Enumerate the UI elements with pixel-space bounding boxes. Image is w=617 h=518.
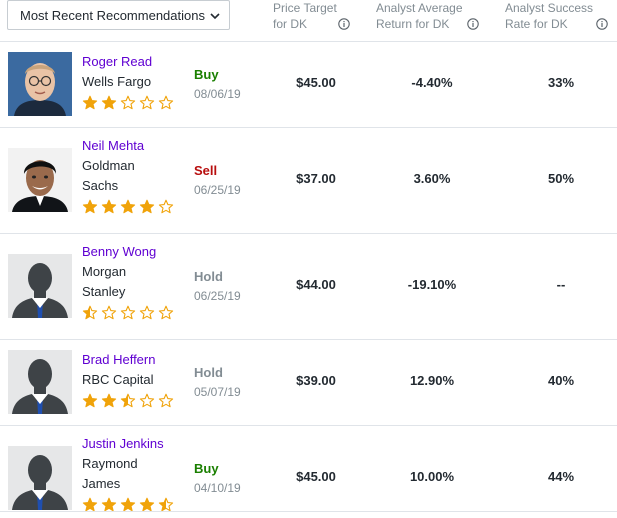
info-icon[interactable]	[467, 18, 480, 30]
analyst-firm: James	[82, 476, 121, 491]
analyst-avatar	[8, 148, 72, 212]
analyst-firm: Stanley	[82, 284, 126, 299]
star-empty-icon	[120, 305, 136, 321]
star-filled-icon	[139, 199, 155, 215]
avg-return-value: -19.10%	[407, 277, 457, 292]
analyst-firm: Sachs	[82, 178, 119, 193]
recommendations-filter-dropdown[interactable]: Most Recent Recommendations	[7, 0, 230, 30]
analyst-row: Benny Wong Morgan Stanley Hold 06/25/19 $44.0…	[0, 234, 617, 340]
star-filled-icon	[120, 199, 136, 215]
recommendation-rating: Sell	[194, 163, 218, 178]
recommendation-date: 05/07/19	[194, 385, 241, 399]
star-rating	[82, 393, 174, 409]
column-header-success-rate: Analyst Success Rate for DK	[505, 0, 608, 32]
recommendation-date: 04/10/19	[194, 481, 241, 495]
column-header-avg-return-line2: Return for DK	[376, 17, 450, 31]
success-rate-value: --	[556, 277, 566, 292]
star-rating	[82, 305, 174, 321]
star-empty-icon	[158, 393, 174, 409]
chevron-down-icon	[210, 13, 220, 20]
column-header-price-target-line1: Price Target	[273, 1, 337, 15]
star-empty-icon	[158, 95, 174, 111]
analyst-avatar	[8, 350, 72, 414]
star-empty-icon	[158, 305, 174, 321]
recommendation-rating: Hold	[194, 269, 223, 284]
analyst-name-link[interactable]: Justin Jenkins	[82, 434, 164, 454]
success-rate-value: 44%	[547, 469, 575, 484]
column-header-avg-return: Analyst Average Return for DK	[376, 0, 480, 32]
analyst-avatar	[8, 254, 72, 318]
analyst-avatar	[8, 52, 72, 116]
analyst-name-link[interactable]: Roger Read	[82, 52, 152, 72]
recommendation-date: 06/25/19	[194, 289, 241, 303]
recommendation-date: 06/25/19	[194, 183, 241, 197]
star-empty-icon	[139, 393, 155, 409]
success-rate-value: 33%	[547, 75, 575, 90]
star-filled-icon	[101, 95, 117, 111]
analyst-row: Neil Mehta Goldman Sachs Sell 06/25/19 $37.00…	[0, 128, 617, 234]
star-rating	[82, 95, 174, 111]
star-rating	[82, 199, 174, 215]
star-filled-icon	[101, 393, 117, 409]
price-target-value: $37.00	[296, 171, 336, 186]
column-header-price-target: Price Target for DK	[273, 0, 350, 32]
analyst-firm: Goldman	[82, 158, 135, 173]
price-target-value: $45.00	[296, 75, 336, 90]
table-header: Most Recent Recommendations Price Target…	[0, 0, 617, 42]
price-target-value: $44.00	[296, 277, 336, 292]
analyst-firm: Morgan	[82, 264, 127, 279]
star-empty-icon	[139, 305, 155, 321]
analyst-firm: Wells Fargo	[82, 74, 152, 89]
column-header-price-target-line2: for DK	[273, 17, 308, 31]
star-empty-icon	[101, 305, 117, 321]
analyst-firm: RBC Capital	[82, 372, 154, 387]
success-rate-value: 50%	[547, 171, 575, 186]
star-empty-icon	[120, 95, 136, 111]
analyst-name-link[interactable]: Brad Heffern	[82, 350, 155, 370]
analyst-name-link[interactable]: Neil Mehta	[82, 136, 144, 156]
column-header-avg-return-line1: Analyst Average	[376, 1, 463, 15]
filter-selected-label: Most Recent Recommendations	[20, 7, 205, 23]
star-half-icon	[82, 305, 98, 321]
recommendation-rating: Buy	[194, 461, 219, 476]
analyst-avatar	[8, 446, 72, 510]
column-header-success-rate-line2: Rate for DK	[505, 17, 568, 31]
analyst-firm: Raymond	[82, 456, 138, 471]
star-filled-icon	[82, 95, 98, 111]
star-empty-icon	[139, 95, 155, 111]
star-filled-icon	[82, 199, 98, 215]
avg-return-value: 12.90%	[409, 373, 455, 388]
analyst-name-link[interactable]: Benny Wong	[82, 242, 156, 262]
recommendation-rating: Hold	[194, 365, 223, 380]
column-header-success-rate-line1: Analyst Success	[505, 1, 594, 15]
analyst-row: Justin Jenkins Raymond James Buy 04/10/19 $45…	[0, 426, 617, 512]
recommendation-date: 08/06/19	[194, 87, 241, 101]
star-half-icon	[120, 393, 136, 409]
recommendation-rating: Buy	[194, 67, 219, 82]
star-filled-icon	[82, 393, 98, 409]
price-target-value: $39.00	[296, 373, 336, 388]
avg-return-value: -4.40%	[411, 75, 453, 90]
star-filled-icon	[101, 199, 117, 215]
success-rate-value: 40%	[547, 373, 575, 388]
analyst-row: Roger Read Wells Fargo Buy 08/06/19 $45.00 -4…	[0, 42, 617, 128]
price-target-value: $45.00	[296, 469, 336, 484]
avg-return-value: 3.60%	[413, 171, 451, 186]
info-icon[interactable]	[595, 18, 608, 30]
info-icon[interactable]	[338, 18, 350, 30]
star-empty-icon	[158, 199, 174, 215]
analyst-row: Brad Heffern RBC Capital Hold 05/07/19 $39.0…	[0, 340, 617, 426]
avg-return-value: 10.00%	[409, 469, 455, 484]
